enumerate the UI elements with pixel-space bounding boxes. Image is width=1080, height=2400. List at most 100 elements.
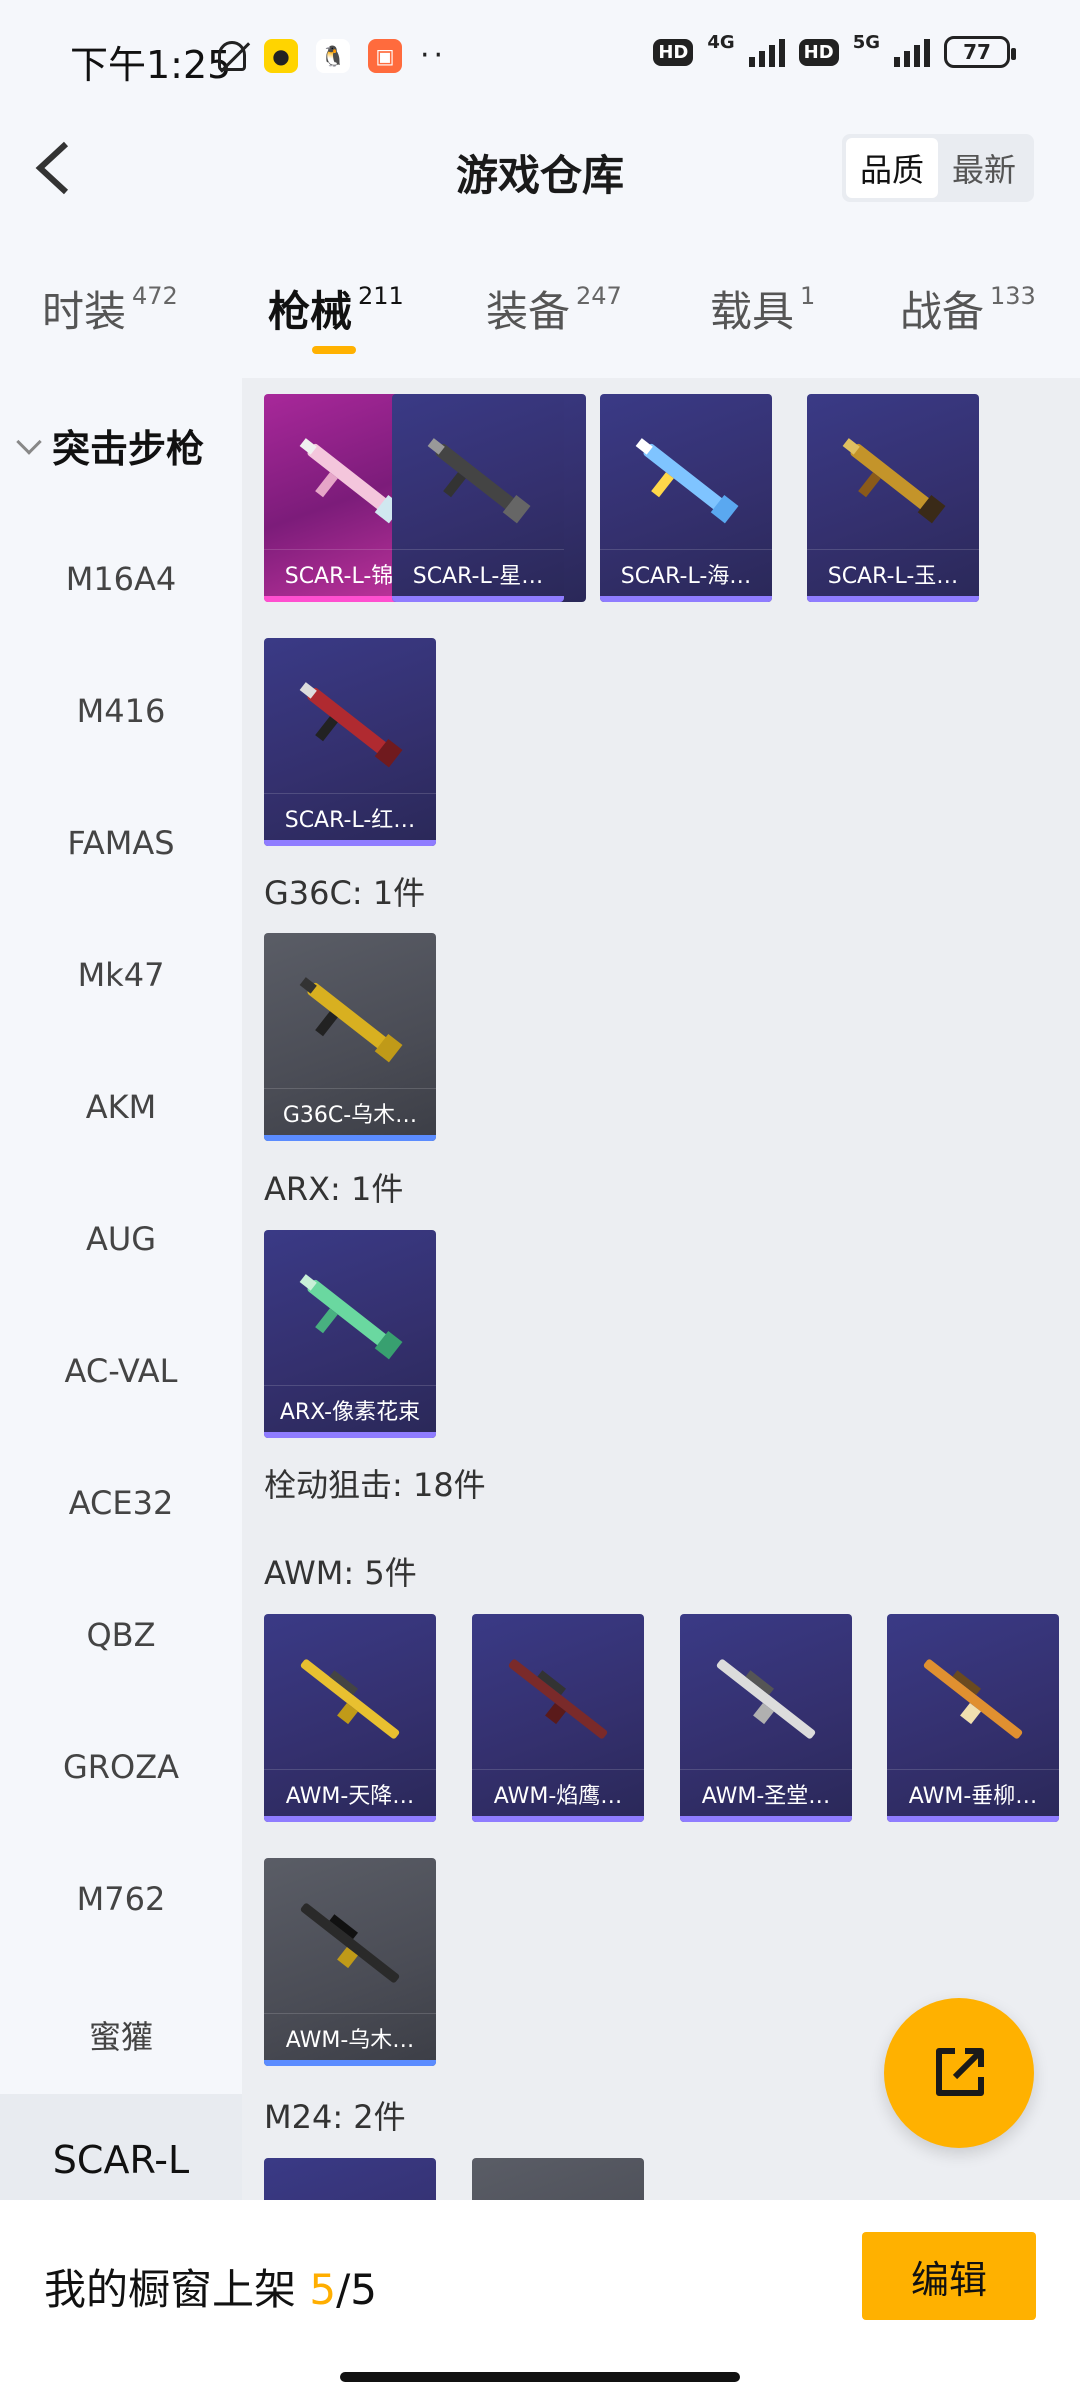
item-name: AWM-乌木… bbox=[285, 2028, 415, 2053]
showcase-label: 我的橱窗上架 5/5 bbox=[44, 2256, 377, 2317]
sniper-icon bbox=[923, 1659, 1023, 1739]
tab-firearms[interactable]: 枪械 211 bbox=[268, 278, 404, 339]
item-card[interactable]: SCAR-L-红… bbox=[264, 638, 436, 846]
item-card[interactable]: AWM-乌木… bbox=[264, 1858, 436, 2066]
tab-vehicles[interactable]: 载具 1 bbox=[710, 278, 815, 339]
rifle-icon bbox=[299, 682, 403, 768]
bell-muted-icon bbox=[218, 40, 246, 71]
tab-count: 1 bbox=[800, 282, 816, 310]
sidebar-item-m416[interactable]: M416 bbox=[0, 692, 242, 730]
active-tab-indicator bbox=[312, 346, 356, 354]
item-card[interactable]: ARX-像素花束 bbox=[264, 1230, 436, 1438]
status-notification-icons: ● 🐧 ▣ ·· bbox=[218, 38, 447, 73]
item-card[interactable]: SCAR-L-星… bbox=[392, 394, 564, 602]
rarity-bar bbox=[264, 840, 436, 846]
sidebar-item-m16a4[interactable]: M16A4 bbox=[0, 560, 242, 598]
showcase-title: 我的橱窗上架 bbox=[44, 2265, 297, 2314]
hd-badge: HD bbox=[798, 38, 839, 66]
item-name: SCAR-L-红… bbox=[284, 808, 416, 833]
tab-count: 133 bbox=[990, 282, 1036, 310]
more-dots-icon: ·· bbox=[420, 38, 448, 73]
tab-equipment[interactable]: 装备 247 bbox=[486, 278, 622, 339]
item-card[interactable]: SCAR-L-玉… bbox=[807, 394, 979, 602]
sidebar-item-aug[interactable]: AUG bbox=[0, 1220, 242, 1258]
rifle-icon bbox=[842, 438, 946, 524]
item-card[interactable] bbox=[472, 2158, 644, 2200]
card-divider bbox=[264, 793, 436, 794]
sidebar-item-ac-val[interactable]: AC-VAL bbox=[0, 1352, 242, 1390]
rarity-bar bbox=[600, 596, 772, 602]
tab-label: 装备 bbox=[486, 287, 571, 336]
rarity-bar bbox=[264, 2060, 436, 2066]
tab-count: 472 bbox=[132, 282, 178, 310]
item-name: SCAR-L-玉… bbox=[827, 564, 959, 589]
home-indicator[interactable] bbox=[340, 2372, 740, 2382]
item-name: SCAR-L-星… bbox=[412, 564, 544, 589]
tab-supplies[interactable]: 战备 133 bbox=[900, 278, 1036, 339]
group-label-bolt-sniper: 栓动狙击: 18件 bbox=[264, 1466, 486, 1504]
item-card[interactable]: G36C-乌木… bbox=[264, 933, 436, 1141]
sidebar-item-qbz[interactable]: QBZ bbox=[0, 1616, 242, 1654]
share-button[interactable] bbox=[884, 1998, 1034, 2148]
sidebar-item-ace32[interactable]: ACE32 bbox=[0, 1484, 242, 1522]
card-divider bbox=[264, 1769, 436, 1770]
sniper-icon bbox=[300, 1903, 400, 1983]
item-card[interactable]: AWM-天降… bbox=[264, 1614, 436, 1822]
item-card[interactable]: AWM-焰鹰… bbox=[472, 1614, 644, 1822]
tab-count: 247 bbox=[576, 282, 622, 310]
showcase-current-count: 5 bbox=[309, 2265, 337, 2314]
tab-fashion[interactable]: 时装 472 bbox=[42, 278, 178, 339]
item-name: G36C-乌木… bbox=[282, 1103, 418, 1128]
card-divider bbox=[807, 549, 979, 550]
sidebar-item-groza[interactable]: GROZA bbox=[0, 1748, 242, 1786]
card-divider bbox=[392, 549, 564, 550]
card-divider bbox=[600, 549, 772, 550]
item-name: AWM-圣堂… bbox=[701, 1784, 831, 1809]
rarity-bar bbox=[807, 596, 979, 602]
sidebar-item-akm[interactable]: AKM bbox=[0, 1088, 242, 1126]
status-bar: 下午1:25 ● 🐧 ▣ ·· HD 4G HD 5G 77 bbox=[0, 0, 1080, 110]
item-grid: 5级 SCAR-L-锦… SCAR-L-星… SCAR-L-海… SCAR-L-… bbox=[242, 378, 1080, 2200]
edit-button[interactable]: 编辑 bbox=[862, 2232, 1036, 2320]
card-divider bbox=[264, 1088, 436, 1089]
sidebar-item-m762[interactable]: M762 bbox=[0, 1880, 242, 1918]
tab-count: 211 bbox=[358, 282, 404, 310]
sort-quality[interactable]: 品质 bbox=[846, 138, 938, 198]
sort-toggle: 品质 最新 bbox=[842, 134, 1034, 202]
sniper-icon bbox=[508, 1659, 608, 1739]
sort-newest[interactable]: 最新 bbox=[938, 138, 1030, 198]
item-card[interactable]: SCAR-L-海… bbox=[600, 394, 772, 602]
tab-label: 枪械 bbox=[268, 287, 353, 336]
card-divider bbox=[264, 2013, 436, 2014]
battery-icon: 77 bbox=[944, 36, 1016, 68]
card-divider bbox=[264, 1385, 436, 1386]
network-type: 4G bbox=[707, 31, 735, 53]
item-card[interactable] bbox=[264, 2158, 436, 2200]
tab-label: 载具 bbox=[710, 287, 795, 336]
item-card[interactable]: AWM-垂柳… bbox=[887, 1614, 1059, 1822]
item-name: AWM-垂柳… bbox=[908, 1784, 1038, 1809]
sniper-icon bbox=[300, 1659, 400, 1739]
weapon-sidebar: 突击步枪 M16A4 M416 FAMAS Mk47 AKM AUG AC-VA… bbox=[0, 378, 242, 2234]
sniper-icon bbox=[716, 1659, 816, 1739]
hd-badge: HD bbox=[653, 38, 694, 66]
app-yellow-icon: ● bbox=[264, 38, 298, 73]
group-label-arx: ARX: 1件 bbox=[264, 1170, 404, 1208]
sidebar-item-famas[interactable]: FAMAS bbox=[0, 824, 242, 862]
chevron-down-icon bbox=[16, 428, 42, 455]
sidebar-item-label: SCAR-L bbox=[52, 2138, 190, 2182]
item-card[interactable]: AWM-圣堂… bbox=[680, 1614, 852, 1822]
status-system-icons: HD 4G HD 5G 77 bbox=[653, 32, 1016, 68]
signal-icon bbox=[894, 37, 930, 67]
showcase-bar: 我的橱窗上架 5/5 编辑 bbox=[0, 2200, 1080, 2400]
sidebar-item-honey-badger[interactable]: 蜜獾 bbox=[0, 2012, 242, 2058]
rifle-icon bbox=[299, 977, 403, 1063]
item-name: AWM-天降… bbox=[285, 1784, 415, 1809]
showcase-separator: / bbox=[336, 2265, 351, 2314]
showcase-total-count: 5 bbox=[350, 2265, 377, 2314]
category-tabs: 时装 472 枪械 211 装备 247 载具 1 战备 133 bbox=[0, 268, 1080, 358]
rarity-bar bbox=[264, 1816, 436, 1822]
card-divider bbox=[887, 1769, 1059, 1770]
sidebar-item-mk47[interactable]: Mk47 bbox=[0, 956, 242, 994]
sidebar-section-assault-rifle[interactable]: 突击步枪 bbox=[16, 418, 204, 473]
